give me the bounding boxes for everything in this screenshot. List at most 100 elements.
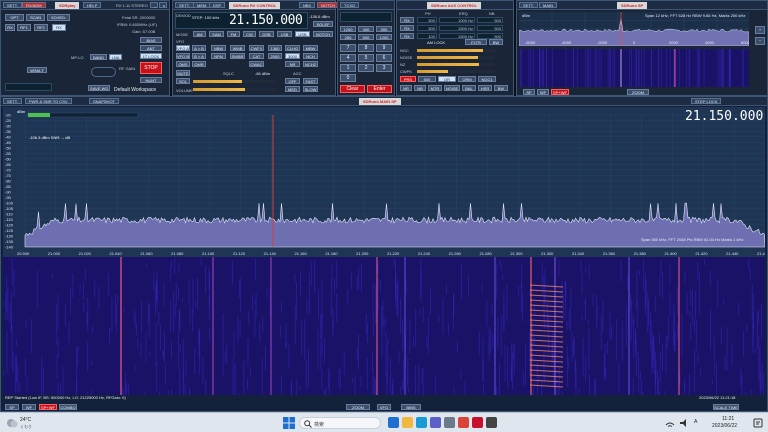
bias-button[interactable]: BIAS — [140, 37, 162, 43]
scan-button[interactable]: SCAN — [26, 14, 45, 21]
main-sett-button[interactable]: SETT. — [3, 98, 22, 104]
tcxo-tab[interactable]: TCXO — [340, 2, 360, 8]
keypad-preset-5[interactable]: 1200 — [376, 34, 392, 40]
filter-3000[interactable]: 3000 — [285, 53, 300, 59]
main-combo-button[interactable]: COMBO — [59, 404, 77, 410]
tab-rx-sett[interactable]: SETT. — [175, 2, 194, 8]
main-spwf-button[interactable]: SP+WF — [39, 404, 57, 410]
tab-rx[interactable]: RX/ADM — [22, 2, 46, 8]
opt-button[interactable]: OPT — [5, 14, 24, 21]
filter-2000[interactable]: 2000 — [268, 53, 282, 59]
nr-button[interactable]: NR — [285, 61, 300, 67]
sp-tab-main[interactable]: MAIN — [539, 2, 557, 8]
agc-fast[interactable]: FAST — [303, 78, 318, 84]
aux-nz-bar[interactable] — [417, 63, 495, 66]
mode-fm[interactable]: FM — [227, 31, 240, 37]
pwr-snr-button[interactable]: PWR & SNR TO CSV — [25, 98, 72, 104]
scale-time-button[interactable]: SCALE TIME — [713, 404, 739, 410]
agc-off[interactable]: OFF — [285, 78, 300, 84]
vfo-b[interactable]: VFO B — [176, 53, 190, 59]
keypad-preset-0[interactable]: 1200 — [340, 26, 356, 32]
sp-sp-button[interactable]: SP — [523, 89, 535, 95]
main-zoom-button[interactable]: ZOOM — [346, 404, 370, 410]
agc-slow[interactable]: SLOW — [303, 86, 318, 92]
filter-cwfx[interactable]: CWFX — [249, 45, 264, 51]
qmr-button[interactable]: QMR — [192, 61, 206, 67]
aux-rx3-button[interactable]: RX — [400, 33, 414, 39]
main-frequency[interactable]: 21.150.000 — [685, 109, 763, 124]
network-icon[interactable] — [664, 417, 676, 429]
aux-noise-bar[interactable] — [417, 56, 495, 59]
vfo-frequency[interactable]: 21.150.000 — [229, 13, 303, 28]
tab-mem[interactable]: MEM — [193, 2, 211, 8]
stop-button[interactable]: STOP — [140, 62, 162, 74]
vfo-a-to-b[interactable]: A > B — [192, 45, 206, 51]
filter-nbw[interactable]: NBW — [211, 45, 226, 51]
settings-icon[interactable] — [444, 417, 455, 428]
aux-r1c1[interactable]: 500 — [417, 17, 437, 23]
aux-r2c3[interactable]: 500 — [477, 25, 503, 31]
aux-r2c2[interactable]: 1500 Hz — [439, 25, 475, 31]
aux-cwpk-bar[interactable] — [417, 70, 495, 73]
aux-prs-button[interactable]: PRS — [400, 76, 416, 82]
aux-noise-button[interactable]: NOISE — [444, 85, 460, 91]
nbx-button[interactable]: NBX — [299, 2, 316, 8]
filter-clhg[interactable]: CLHG — [285, 45, 300, 51]
keypad-key-1[interactable]: 1 — [340, 64, 356, 72]
taskbar-date[interactable]: 2023/06/22 — [712, 423, 737, 429]
aux-hsr-button[interactable]: HSR — [478, 85, 492, 91]
filter-nfm[interactable]: NFM — [211, 53, 226, 59]
agc-med[interactable]: MED — [285, 86, 300, 92]
aux-bal-button[interactable]: BAL — [462, 85, 476, 91]
btn-help[interactable]: HELP — [83, 2, 102, 8]
ls-button[interactable]: BAND — [90, 54, 107, 60]
aux-bw-button[interactable]: BW — [489, 39, 503, 45]
chrome-icon[interactable] — [458, 417, 469, 428]
aux-rx2-button[interactable]: RX — [400, 25, 414, 31]
sp-scroll-up[interactable]: + — [755, 26, 765, 34]
keypad-key-6[interactable]: 6 — [376, 54, 392, 62]
rf1-button[interactable]: RF1 — [17, 24, 31, 31]
sp-zoom-button[interactable]: ZOOM — [627, 89, 649, 95]
browser-edge-icon[interactable] — [416, 417, 427, 428]
aux-mtr-button[interactable]: MTR — [428, 85, 442, 91]
keypad-key-2[interactable]: 2 — [358, 64, 374, 72]
main-wf-button[interactable]: WF — [22, 404, 36, 410]
keypad-key-3[interactable]: 3 — [376, 64, 392, 72]
vfo-b-to-a[interactable]: B > A — [192, 53, 206, 59]
terminal-icon[interactable] — [486, 417, 497, 428]
file-explorer-icon[interactable] — [402, 417, 413, 428]
sp-tab-sett[interactable]: SETT. — [519, 2, 538, 8]
filter-1380[interactable]: 1380 — [268, 45, 282, 51]
filter-cat[interactable]: CAT — [249, 53, 264, 59]
tab-sett[interactable]: SETT. — [3, 2, 22, 8]
aux-nr-button[interactable]: NR — [400, 85, 412, 91]
keypad-key-9[interactable]: 9 — [376, 44, 392, 52]
keypad-key-7[interactable]: 7 — [340, 44, 356, 52]
aux-fltr-button[interactable]: FLTR — [465, 39, 487, 45]
main-sp-button[interactable]: SP — [5, 404, 19, 410]
keypad-key-enter[interactable]: Enter — [367, 85, 392, 93]
squelch-button[interactable]: SQLEF — [313, 21, 333, 27]
main-vfo-button[interactable]: VFO — [377, 404, 391, 410]
keypad-key-clear[interactable]: Clear — [340, 85, 365, 93]
vfo-a[interactable]: VFO A — [176, 45, 190, 51]
notification-icon[interactable] — [753, 418, 763, 428]
notch-button[interactable]: NOTCH — [317, 2, 340, 8]
filter-swbr[interactable]: SWBR — [230, 53, 245, 59]
volume-slider[interactable] — [193, 88, 277, 91]
aux-qrm-button[interactable]: QRM — [458, 76, 476, 82]
sql-button[interactable]: SQL — [176, 78, 190, 84]
keypad-preset-3[interactable]: 250 — [340, 34, 356, 40]
rf2-button[interactable]: RF2 — [34, 24, 48, 31]
start-button[interactable] — [283, 417, 295, 429]
mode-lsb[interactable]: LSB — [277, 31, 292, 37]
teams-icon[interactable] — [430, 417, 441, 428]
step-lock-button[interactable]: STEP LOCK — [691, 98, 722, 104]
filter-nch[interactable]: NCH — [303, 53, 318, 59]
aux-nb-button[interactable]: NB — [414, 85, 426, 91]
rx2-button[interactable]: RX — [52, 24, 66, 31]
aux-ngc-bar[interactable] — [417, 49, 495, 52]
adc-button[interactable]: LNA — [109, 54, 122, 60]
mode-usb[interactable]: USB — [295, 31, 310, 37]
